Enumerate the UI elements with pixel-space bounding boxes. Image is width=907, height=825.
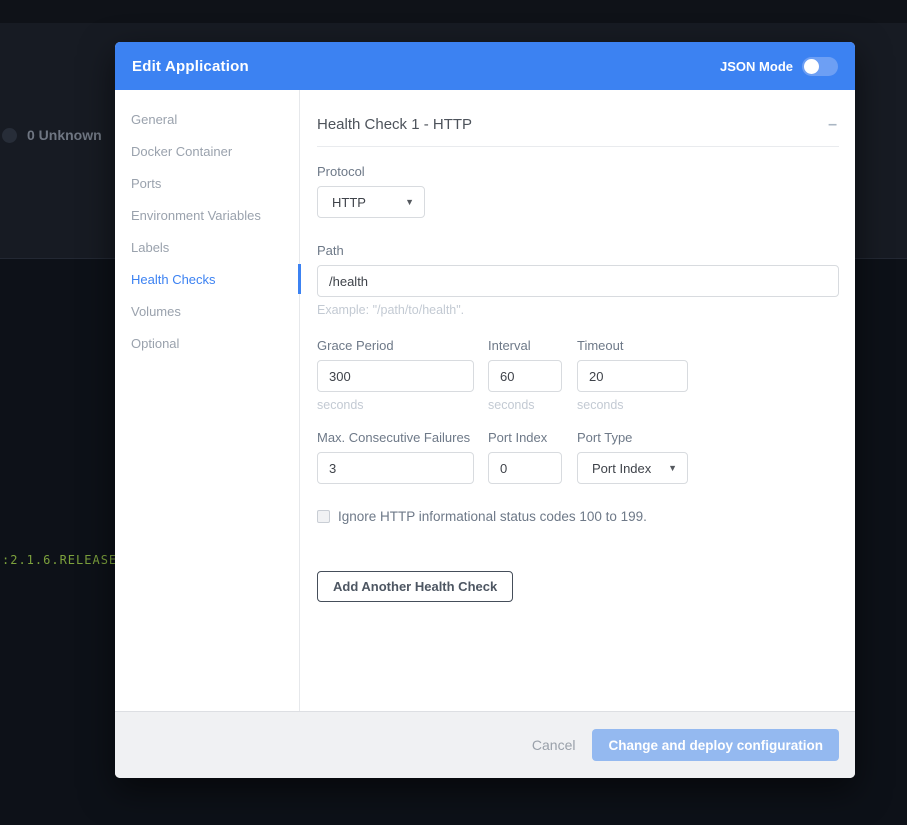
ignore-http-checkbox-label: Ignore HTTP informational status codes 1…	[338, 509, 647, 524]
timing-fields-row: Grace Period seconds Interval seconds Ti…	[317, 338, 839, 412]
interval-help-text: seconds	[488, 398, 562, 412]
status-summary: 0 Unknown	[0, 127, 102, 143]
max-failures-label: Max. Consecutive Failures	[317, 430, 474, 445]
path-field-group: Path Example: "/path/to/health".	[317, 243, 839, 317]
sidebar-item-general[interactable]: General	[115, 103, 299, 135]
health-check-section-header: Health Check 1 - HTTP –	[317, 116, 839, 147]
port-type-select[interactable]: Port Index ▼	[577, 452, 688, 484]
grace-period-field-group: Grace Period seconds	[317, 338, 474, 412]
modal-sidebar: General Docker Container Ports Environme…	[115, 90, 300, 711]
add-health-check-button[interactable]: Add Another Health Check	[317, 571, 513, 602]
chevron-down-icon: ▼	[405, 197, 414, 207]
toggle-knob-icon	[804, 59, 819, 74]
json-mode-toggle[interactable]	[802, 57, 838, 76]
port-index-field-group: Port Index	[488, 430, 562, 484]
collapse-section-icon[interactable]: –	[826, 120, 839, 130]
edit-application-modal: Edit Application JSON Mode General Docke…	[115, 42, 855, 778]
sidebar-item-ports[interactable]: Ports	[115, 167, 299, 199]
json-mode-label: JSON Mode	[720, 59, 793, 74]
port-index-label: Port Index	[488, 430, 562, 445]
sidebar-item-labels[interactable]: Labels	[115, 231, 299, 263]
modal-footer: Cancel Change and deploy configuration	[115, 711, 855, 778]
grace-period-label: Grace Period	[317, 338, 474, 353]
code-snippet: :2.1.6.RELEASE",	[2, 553, 134, 567]
protocol-label: Protocol	[317, 164, 425, 179]
cancel-button[interactable]: Cancel	[532, 737, 576, 753]
chevron-down-icon: ▼	[668, 463, 677, 473]
json-mode-control[interactable]: JSON Mode	[720, 57, 838, 76]
ignore-http-checkbox-row: Ignore HTTP informational status codes 1…	[317, 509, 839, 524]
interval-label: Interval	[488, 338, 562, 353]
port-index-input[interactable]	[488, 452, 562, 484]
path-input[interactable]	[317, 265, 839, 297]
timeout-label: Timeout	[577, 338, 688, 353]
sidebar-item-docker-container[interactable]: Docker Container	[115, 135, 299, 167]
page-topbar	[0, 0, 907, 23]
protocol-field-group: Protocol HTTP ▼	[317, 164, 425, 218]
health-check-section-title: Health Check 1 - HTTP	[317, 116, 472, 133]
interval-field-group: Interval seconds	[488, 338, 562, 412]
port-fields-row: Max. Consecutive Failures Port Index Por…	[317, 430, 839, 484]
max-failures-field-group: Max. Consecutive Failures	[317, 430, 474, 484]
protocol-selected-value: HTTP	[332, 195, 366, 210]
timeout-input[interactable]	[577, 360, 688, 392]
change-and-deploy-button[interactable]: Change and deploy configuration	[592, 729, 839, 761]
status-dot-icon	[2, 128, 17, 143]
protocol-select[interactable]: HTTP ▼	[317, 186, 425, 218]
grace-period-input[interactable]	[317, 360, 474, 392]
port-type-field-group: Port Type Port Index ▼	[577, 430, 688, 484]
interval-input[interactable]	[488, 360, 562, 392]
path-label: Path	[317, 243, 839, 258]
port-type-label: Port Type	[577, 430, 688, 445]
modal-body: General Docker Container Ports Environme…	[115, 90, 855, 711]
timeout-help-text: seconds	[577, 398, 688, 412]
modal-header: Edit Application JSON Mode	[115, 42, 855, 90]
sidebar-item-environment-variables[interactable]: Environment Variables	[115, 199, 299, 231]
grace-period-help-text: seconds	[317, 398, 474, 412]
timeout-field-group: Timeout seconds	[577, 338, 688, 412]
ignore-http-checkbox[interactable]	[317, 510, 330, 523]
port-type-selected-value: Port Index	[592, 461, 651, 476]
status-unknown-count: 0 Unknown	[27, 127, 102, 143]
modal-title: Edit Application	[132, 58, 249, 75]
sidebar-item-optional[interactable]: Optional	[115, 327, 299, 359]
health-checks-panel: Health Check 1 - HTTP – Protocol HTTP ▼ …	[300, 90, 855, 711]
sidebar-item-health-checks[interactable]: Health Checks	[115, 263, 299, 295]
path-help-text: Example: "/path/to/health".	[317, 303, 839, 317]
sidebar-item-volumes[interactable]: Volumes	[115, 295, 299, 327]
max-failures-input[interactable]	[317, 452, 474, 484]
